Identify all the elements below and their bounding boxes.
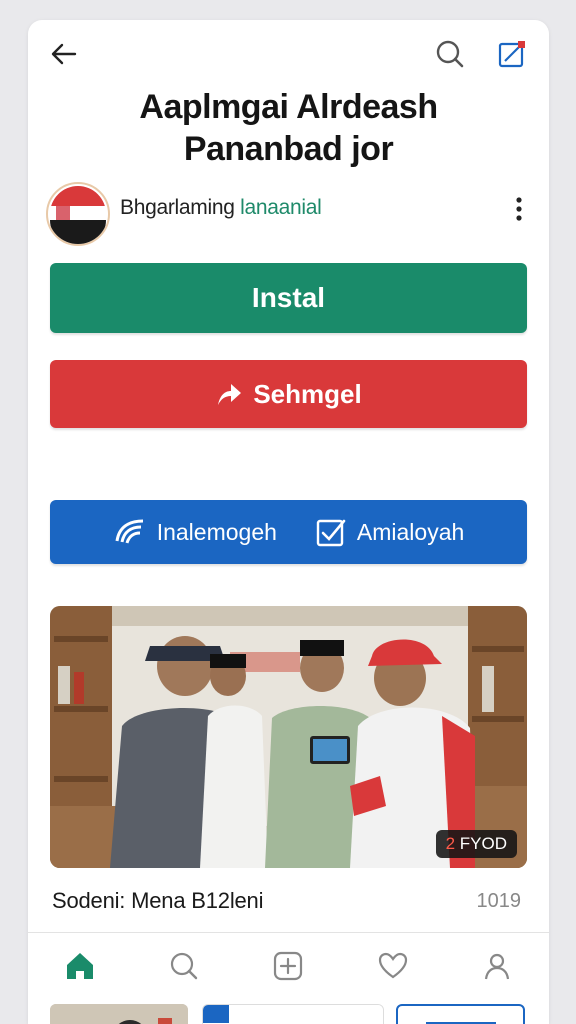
media-count: 1019 xyxy=(476,890,522,912)
amialoyah-label: Amialoyah xyxy=(356,518,465,545)
search-icon xyxy=(171,952,198,980)
app-title-line1: Aaplmgai Alrdeash xyxy=(139,88,438,126)
nav-add[interactable] xyxy=(264,942,312,990)
home-icon xyxy=(67,953,94,979)
thumbnail-1[interactable] xyxy=(50,1004,188,1024)
thumbnail-strip xyxy=(50,1004,527,1024)
flag-logo-icon xyxy=(50,186,106,244)
inalemogeh-button[interactable]: Inalemogeh xyxy=(113,515,277,549)
amialoyah-button[interactable]: Amialoyah xyxy=(315,516,464,548)
media-preview[interactable]: 2 FYOD xyxy=(50,606,527,868)
share-button[interactable] xyxy=(494,36,530,72)
install-button[interactable]: Instal xyxy=(50,263,527,333)
app-title: Aaplmgai Alrdeash Pananbad jor xyxy=(48,86,529,170)
arrow-left-icon xyxy=(51,43,77,65)
share-icon xyxy=(498,41,525,68)
video-badge-text: FYOD xyxy=(459,834,507,853)
bottom-nav xyxy=(28,932,549,999)
thumbnail-image xyxy=(426,1022,496,1024)
developer-name-text: Bhgarlaming xyxy=(120,196,235,219)
app-title-line2: Pananbad jor xyxy=(183,130,394,168)
nav-favorites[interactable] xyxy=(369,942,417,990)
store-photo xyxy=(50,606,527,868)
more-options-button[interactable] xyxy=(507,194,531,224)
media-caption: Sodeni: Mena B12leni xyxy=(52,888,264,913)
share-arrow-icon xyxy=(218,384,242,405)
developer-avatar[interactable] xyxy=(46,182,110,246)
search-icon xyxy=(436,40,464,68)
video-badge-number: 2 xyxy=(445,834,456,853)
wifi-icon xyxy=(115,519,143,544)
share-app-button[interactable]: Sehmgel xyxy=(50,360,527,428)
app-card: Aaplmgai Alrdeash Pananbad jor Bhgarlami… xyxy=(28,20,549,1024)
heart-icon xyxy=(378,952,407,979)
nav-profile[interactable] xyxy=(473,942,521,990)
share-app-label: Sehmgel xyxy=(253,378,362,409)
nav-search[interactable] xyxy=(160,942,208,990)
profile-icon xyxy=(484,953,509,980)
video-badge: 2 FYOD xyxy=(435,830,517,858)
developer-row: Bhgarlaming lanaanial xyxy=(46,182,531,246)
add-icon xyxy=(274,951,303,981)
more-vertical-icon xyxy=(516,197,522,221)
developer-tag: lanaanial xyxy=(240,196,322,219)
nav-home[interactable] xyxy=(56,942,104,990)
back-button[interactable] xyxy=(46,36,82,72)
developer-name[interactable]: Bhgarlaming lanaanial xyxy=(120,196,322,220)
thumbnail-image xyxy=(203,1005,383,1024)
checkbox-icon xyxy=(316,519,346,547)
inalemogeh-label: Inalemogeh xyxy=(156,518,277,545)
thumbnail-2[interactable] xyxy=(202,1004,384,1024)
thumbnail-3[interactable] xyxy=(396,1004,525,1024)
install-label: Instal xyxy=(251,282,326,313)
search-button[interactable] xyxy=(430,36,470,72)
action-bar: Inalemogeh Amialoyah xyxy=(50,500,527,564)
thumbnail-image xyxy=(50,1004,188,1024)
